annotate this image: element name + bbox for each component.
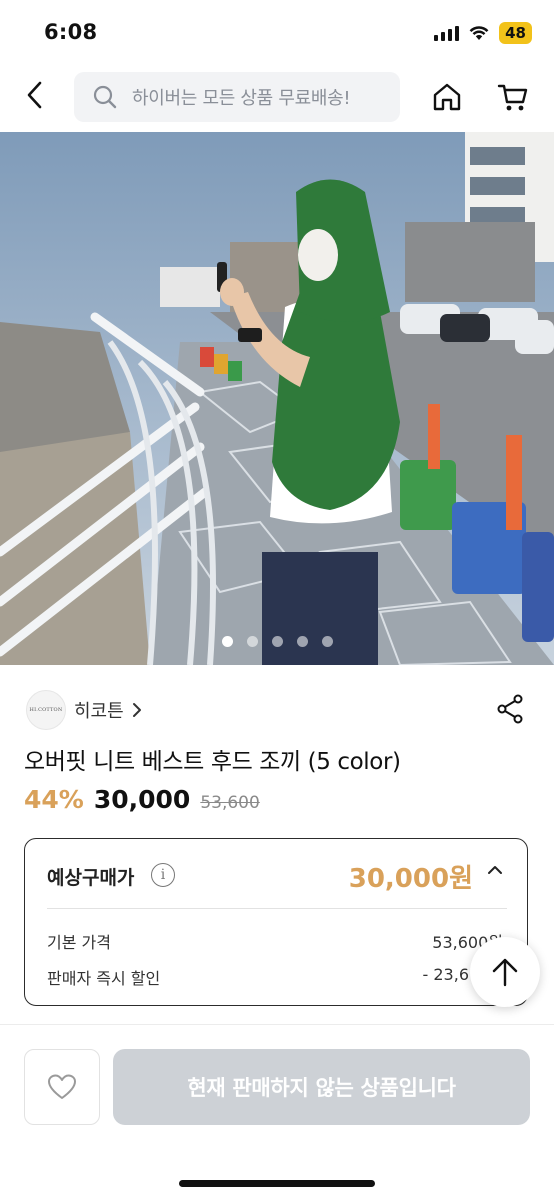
gallery-dot[interactable] bbox=[296, 636, 308, 647]
seller-discount-label: 판매자 즉시 할인 bbox=[47, 969, 161, 988]
gallery-dot[interactable] bbox=[246, 636, 258, 647]
home-button[interactable] bbox=[428, 78, 466, 116]
seller-link[interactable]: 히코튼 bbox=[74, 697, 142, 723]
battery-indicator: 48 bbox=[499, 22, 532, 44]
search-placeholder: 하이버는 모든 상품 무료배송! bbox=[132, 88, 351, 109]
gallery-dot[interactable] bbox=[221, 636, 233, 647]
back-button[interactable] bbox=[20, 80, 50, 110]
price-row: 44% 30,000 53,600 bbox=[24, 785, 260, 814]
arrow-up-icon bbox=[492, 958, 518, 987]
home-icon bbox=[433, 83, 461, 111]
signal-icon bbox=[434, 25, 460, 41]
base-price-label: 기본 가격 bbox=[47, 933, 111, 952]
product-photo-illustration bbox=[0, 132, 554, 665]
seller-logo[interactable]: HI.COTTON bbox=[26, 690, 66, 730]
buy-button-disabled[interactable]: 현재 판매하지 않는 상품입니다 bbox=[113, 1049, 530, 1125]
home-indicator bbox=[179, 1180, 375, 1187]
product-image[interactable] bbox=[0, 132, 554, 665]
estimated-price-label: 예상구매가 bbox=[47, 867, 135, 889]
status-indicators: 48 bbox=[434, 22, 532, 44]
share-icon bbox=[497, 694, 523, 724]
cart-icon bbox=[497, 84, 528, 111]
estimated-price-panel: 예상구매가 i 30,000원 기본 가격 53,600원 판매자 즉시 할인 … bbox=[24, 838, 528, 1006]
bottom-bar-divider bbox=[0, 1024, 554, 1025]
divider bbox=[47, 908, 507, 909]
original-price: 53,600 bbox=[200, 793, 260, 813]
chevron-left-icon bbox=[27, 81, 42, 109]
gallery-dot[interactable] bbox=[321, 636, 333, 647]
heart-icon bbox=[48, 1074, 76, 1099]
search-icon bbox=[92, 84, 118, 110]
seller-discount-value: - 23,6 bbox=[422, 965, 469, 984]
estimated-price-value: 30,000원 bbox=[348, 864, 473, 894]
gallery-indicator[interactable] bbox=[0, 636, 554, 647]
collapse-toggle[interactable] bbox=[487, 865, 503, 875]
search-bar[interactable]: 하이버는 모든 상품 무료배송! bbox=[74, 72, 400, 122]
chevron-up-icon bbox=[488, 866, 502, 874]
info-icon[interactable]: i bbox=[151, 863, 175, 887]
wishlist-button[interactable] bbox=[24, 1049, 100, 1125]
chevron-right-icon bbox=[132, 703, 141, 717]
scroll-to-top-button[interactable] bbox=[470, 937, 540, 1007]
share-button[interactable] bbox=[494, 692, 526, 726]
status-time: 6:08 bbox=[44, 20, 98, 44]
sale-price: 30,000 bbox=[93, 785, 191, 814]
gallery-dot[interactable] bbox=[271, 636, 283, 647]
seller-logo-text: HI.COTTON bbox=[29, 707, 63, 713]
product-title: 오버핏 니트 베스트 후드 조끼 (5 color) bbox=[24, 749, 401, 775]
wifi-icon bbox=[469, 26, 489, 40]
discount-rate: 44% bbox=[24, 785, 84, 814]
cart-button[interactable] bbox=[494, 78, 532, 116]
seller-name: 히코튼 bbox=[74, 701, 124, 722]
